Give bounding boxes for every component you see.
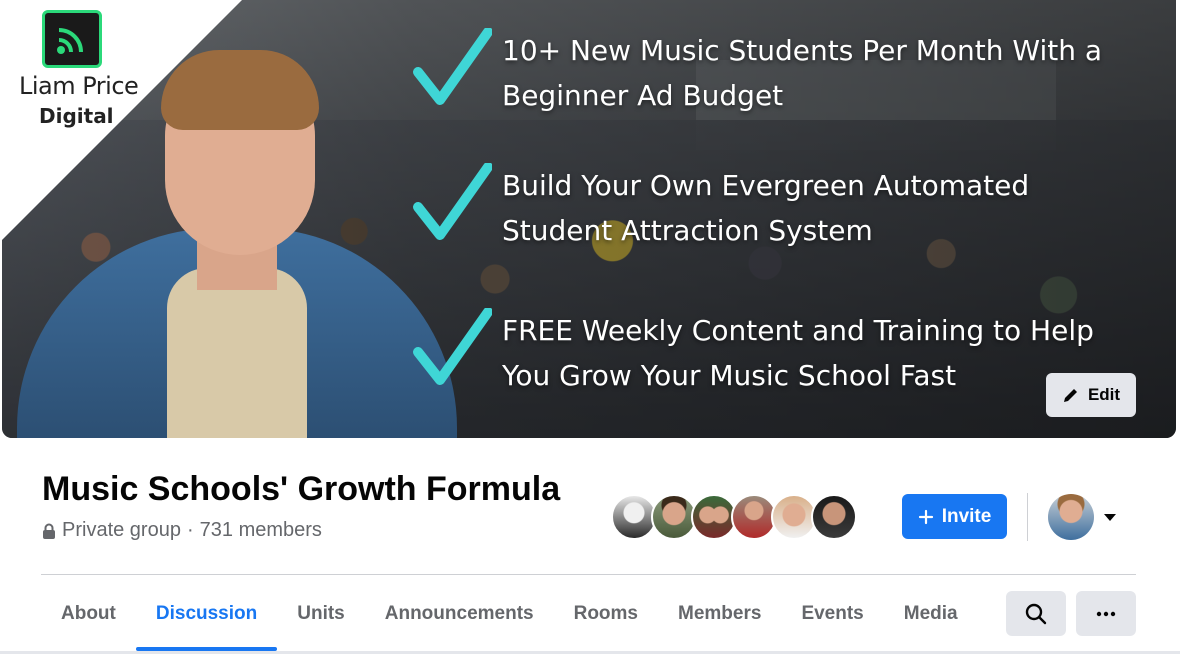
plus-icon: [918, 509, 933, 524]
logo-subname: Digital: [39, 104, 114, 128]
logo-background: [2, 0, 242, 240]
action-divider: [1027, 493, 1028, 541]
lock-icon: [43, 523, 55, 539]
invite-label: Invite: [941, 505, 992, 527]
bullet-line: You Grow Your Music School Fast: [502, 359, 957, 392]
checkmark-icon: [413, 308, 492, 385]
privacy-label[interactable]: Private group: [62, 519, 181, 542]
member-count[interactable]: 731 members: [200, 519, 322, 542]
cover-photo: Liam Price Digital 10+ New Music Student…: [2, 0, 1176, 438]
tab-about[interactable]: About: [41, 590, 136, 638]
tab-media[interactable]: Media: [884, 590, 978, 638]
wifi-signal-icon: [42, 10, 102, 68]
tab-announcements[interactable]: Announcements: [365, 590, 554, 638]
member-avatars[interactable]: [611, 494, 857, 540]
group-title[interactable]: Music Schools' Growth Formula: [42, 470, 560, 509]
tab-events[interactable]: Events: [781, 590, 883, 638]
tab-members[interactable]: Members: [658, 590, 781, 638]
meta-separator: ·: [186, 519, 194, 541]
header-divider: [41, 574, 1136, 575]
logo-name: Liam Price: [19, 72, 139, 100]
edit-label: Edit: [1087, 385, 1121, 404]
tab-discussion[interactable]: Discussion: [135, 590, 278, 651]
search-button[interactable]: [1006, 591, 1066, 636]
chevron-down-icon[interactable]: [1102, 510, 1118, 526]
search-icon: [1025, 603, 1047, 624]
bullet-line: 10+ New Music Students Per Month With a: [502, 34, 1103, 67]
more-icon: [1096, 611, 1116, 616]
pencil-icon: [1063, 389, 1077, 402]
bullet-line: FREE Weekly Content and Training to Help: [502, 314, 1094, 347]
group-tabs: About Discussion Units Announcements Roo…: [41, 590, 978, 652]
profile-avatar[interactable]: [1048, 494, 1094, 540]
more-options-button[interactable]: [1076, 591, 1136, 636]
tab-units[interactable]: Units: [277, 590, 365, 638]
group-meta: Private group · 731 members: [42, 519, 322, 542]
group-page: Liam Price Digital 10+ New Music Student…: [0, 0, 1180, 654]
avatar[interactable]: [811, 494, 857, 540]
checkmark-icon: [413, 163, 492, 240]
bullet-line: Build Your Own Evergreen Automated: [502, 169, 1030, 202]
edit-cover-button[interactable]: Edit: [1046, 373, 1136, 417]
bullet-line: Beginner Ad Budget: [502, 79, 784, 112]
checkmark-icon: [413, 28, 492, 105]
tab-rooms[interactable]: Rooms: [554, 590, 658, 638]
invite-button[interactable]: Invite: [902, 494, 1007, 539]
bullet-line: Student Attraction System: [502, 214, 873, 247]
